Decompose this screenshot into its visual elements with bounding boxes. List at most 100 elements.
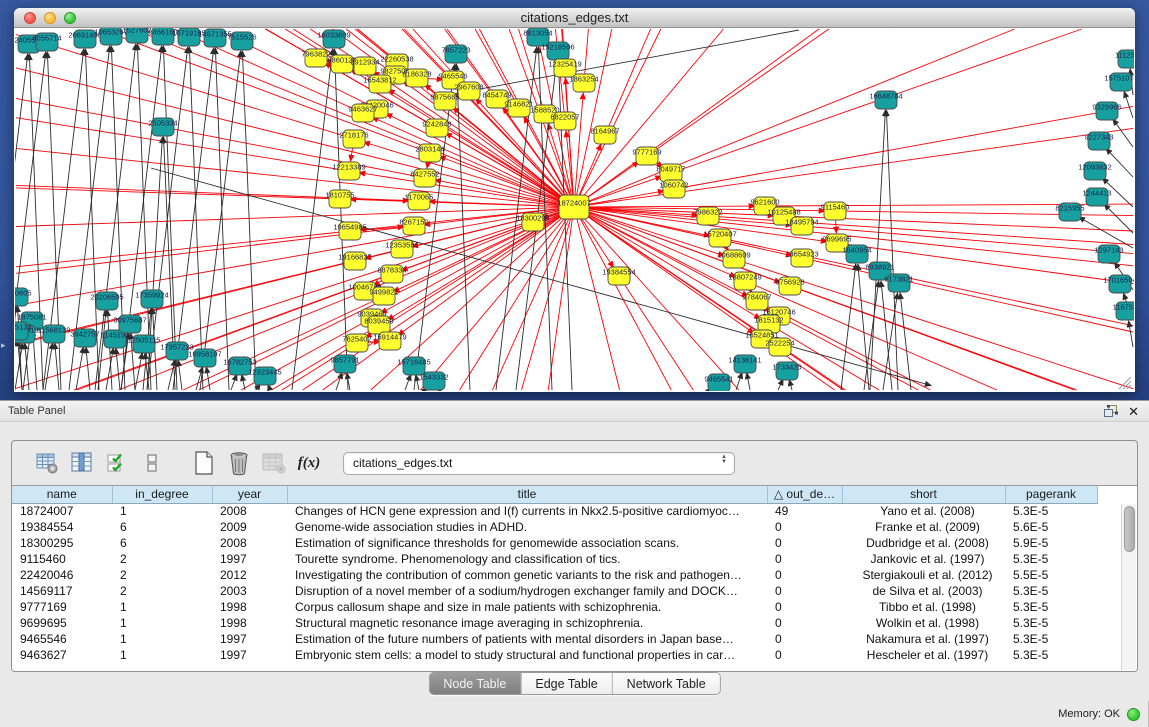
table-cell[interactable]: Wolkin et al. (1998): [842, 615, 1005, 631]
graph-node[interactable]: 1863254: [569, 74, 598, 92]
graph-node[interactable]: 19218506: [541, 42, 574, 60]
table-cell[interactable]: 18300295: [12, 535, 112, 551]
graph-node[interactable]: 9227343: [1084, 132, 1113, 150]
table-row[interactable]: 977716911998Corpus callosum shape and si…: [12, 599, 1097, 615]
graph-node[interactable]: 4055714: [32, 33, 61, 51]
vertical-scrollbar[interactable]: [1121, 504, 1136, 670]
resize-grip-icon[interactable]: [1119, 377, 1131, 389]
graph-node[interactable]: 16914479: [373, 332, 406, 350]
table-cell[interactable]: 1997: [212, 647, 287, 663]
table-cell[interactable]: Embryonic stem cells: a model to study s…: [287, 647, 767, 663]
graph-node[interactable]: 8912934: [350, 57, 379, 75]
float-panel-icon[interactable]: [1104, 405, 1118, 418]
table-cell[interactable]: 5.3E-5: [1005, 615, 1097, 631]
table-cell[interactable]: Stergiakouli et al. (2012): [842, 567, 1005, 583]
table-cell[interactable]: 1: [112, 503, 212, 519]
table-mode-button[interactable]: [34, 450, 60, 476]
graph-node[interactable]: 9242848: [422, 119, 451, 137]
table-cell[interactable]: 14569117: [12, 583, 112, 599]
table-cell[interactable]: 5.5E-5: [1005, 567, 1097, 583]
table-cell[interactable]: Jankovic et al. (1997): [842, 551, 1005, 567]
table-row[interactable]: 969969511998Structural magnetic resonanc…: [12, 615, 1097, 631]
table-cell[interactable]: 6: [112, 535, 212, 551]
graph-node[interactable]: 2522254: [765, 338, 794, 356]
table-cell[interactable]: 5.3E-5: [1005, 551, 1097, 567]
graph-node[interactable]: 7963822: [301, 49, 330, 67]
table-row[interactable]: 1456911722003Disruption of a novel membe…: [12, 583, 1097, 599]
graph-node[interactable]: 9146821: [504, 99, 533, 117]
table-cell[interactable]: 9777169: [12, 599, 112, 615]
graph-node[interactable]: 2505334: [148, 118, 177, 136]
graph-node[interactable]: 16543812: [363, 75, 396, 93]
table-cell[interactable]: Corpus callosum shape and size in male p…: [287, 599, 767, 615]
graph-node[interactable]: 3942757: [70, 329, 99, 347]
graph-node[interactable]: 12923445: [248, 367, 281, 385]
table-row[interactable]: 946554611997Estimation of the future num…: [12, 631, 1097, 647]
table-cell[interactable]: 9465546: [12, 631, 112, 647]
graph-node[interactable]: 2803144: [415, 144, 444, 162]
graph-node[interactable]: 1167533: [1113, 302, 1134, 320]
graph-node[interactable]: 8164967: [590, 126, 619, 144]
graph-node[interactable]: 9115460: [821, 202, 850, 220]
table-cell[interactable]: 0: [767, 599, 842, 615]
graph-node[interactable]: 16033809: [317, 30, 350, 48]
table-row[interactable]: 911546021997Tourette syndrome. Phenomeno…: [12, 551, 1097, 567]
table-cell[interactable]: 49: [767, 503, 842, 519]
memory-status-icon[interactable]: [1127, 708, 1140, 721]
close-panel-icon[interactable]: ✕: [1128, 405, 1139, 418]
graph-node[interactable]: 17016504: [1103, 275, 1134, 293]
table-cell[interactable]: Tibbo et al. (1998): [842, 599, 1005, 615]
graph-node[interactable]: 15720407: [703, 229, 736, 247]
table-cell[interactable]: 9699695: [12, 615, 112, 631]
panel-resize-marker[interactable]: ▸: [1, 340, 6, 351]
table-cell[interactable]: 1997: [212, 551, 287, 567]
table-cell[interactable]: 5.3E-5: [1005, 647, 1097, 663]
table-cell[interactable]: Investigating the contribution of common…: [287, 567, 767, 583]
graph-node[interactable]: 9329966: [1092, 102, 1121, 120]
table-cell[interactable]: 1: [112, 615, 212, 631]
table-cell[interactable]: 2009: [212, 519, 287, 535]
delete-rows-button[interactable]: [226, 450, 252, 476]
table-cell[interactable]: Yano et al. (2008): [842, 503, 1005, 519]
table-row[interactable]: 946362711997Embryonic stem cells: a mode…: [12, 647, 1097, 663]
table-cell[interactable]: 22420046: [12, 567, 112, 583]
graph-node[interactable]: 16648784: [869, 91, 902, 109]
graph-node[interactable]: 19654985: [333, 222, 366, 240]
table-cell[interactable]: 5.6E-5: [1005, 519, 1097, 535]
table-cell[interactable]: 0: [767, 519, 842, 535]
table-cell[interactable]: 5.3E-5: [1005, 503, 1097, 519]
graph-node[interactable]: 8267150: [399, 217, 428, 235]
show-columns-button[interactable]: [69, 450, 95, 476]
column-header-year[interactable]: year: [212, 486, 287, 503]
graph-node[interactable]: 1060742: [659, 180, 688, 198]
table-cell[interactable]: 2012: [212, 567, 287, 583]
table-cell[interactable]: 2008: [212, 503, 287, 519]
zoom-window-button[interactable]: [64, 12, 76, 24]
close-window-button[interactable]: [24, 12, 36, 24]
select-all-button[interactable]: [104, 450, 130, 476]
tab-node-table[interactable]: Node Table: [429, 673, 520, 694]
graph-node[interactable]: 17359924: [135, 290, 168, 308]
table-cell[interactable]: 1: [112, 647, 212, 663]
table-row[interactable]: 1938455462009Genome-wide association stu…: [12, 519, 1097, 535]
table-cell[interactable]: Nakamura et al. (1997): [842, 631, 1005, 647]
tab-network-table[interactable]: Network Table: [612, 673, 720, 694]
graph-node[interactable]: 8186328: [402, 69, 431, 87]
network-window-titlebar[interactable]: citations_edges.txt: [14, 8, 1135, 28]
table-cell[interactable]: Estimation of the future numbers of pati…: [287, 631, 767, 647]
graph-node[interactable]: 12093832: [1078, 162, 1111, 180]
function-builder-button[interactable]: f(x): [296, 450, 322, 476]
graph-node[interactable]: 11568139: [38, 325, 71, 343]
graph-node[interactable]: 7986322: [693, 207, 722, 225]
table-cell[interactable]: 1997: [212, 631, 287, 647]
table-cell[interactable]: 0: [767, 583, 842, 599]
table-cell[interactable]: 9463627: [12, 647, 112, 663]
graph-node[interactable]: 1733426: [772, 362, 801, 380]
graph-node[interactable]: 1170065: [405, 192, 434, 210]
graph-node[interactable]: 9499822: [369, 287, 398, 305]
table-cell[interactable]: 1: [112, 599, 212, 615]
graph-node[interactable]: 7515526: [227, 32, 256, 50]
tab-edge-table[interactable]: Edge Table: [520, 673, 611, 694]
graph-node[interactable]: 19654923: [785, 249, 818, 267]
table-cell[interactable]: 2: [112, 583, 212, 599]
